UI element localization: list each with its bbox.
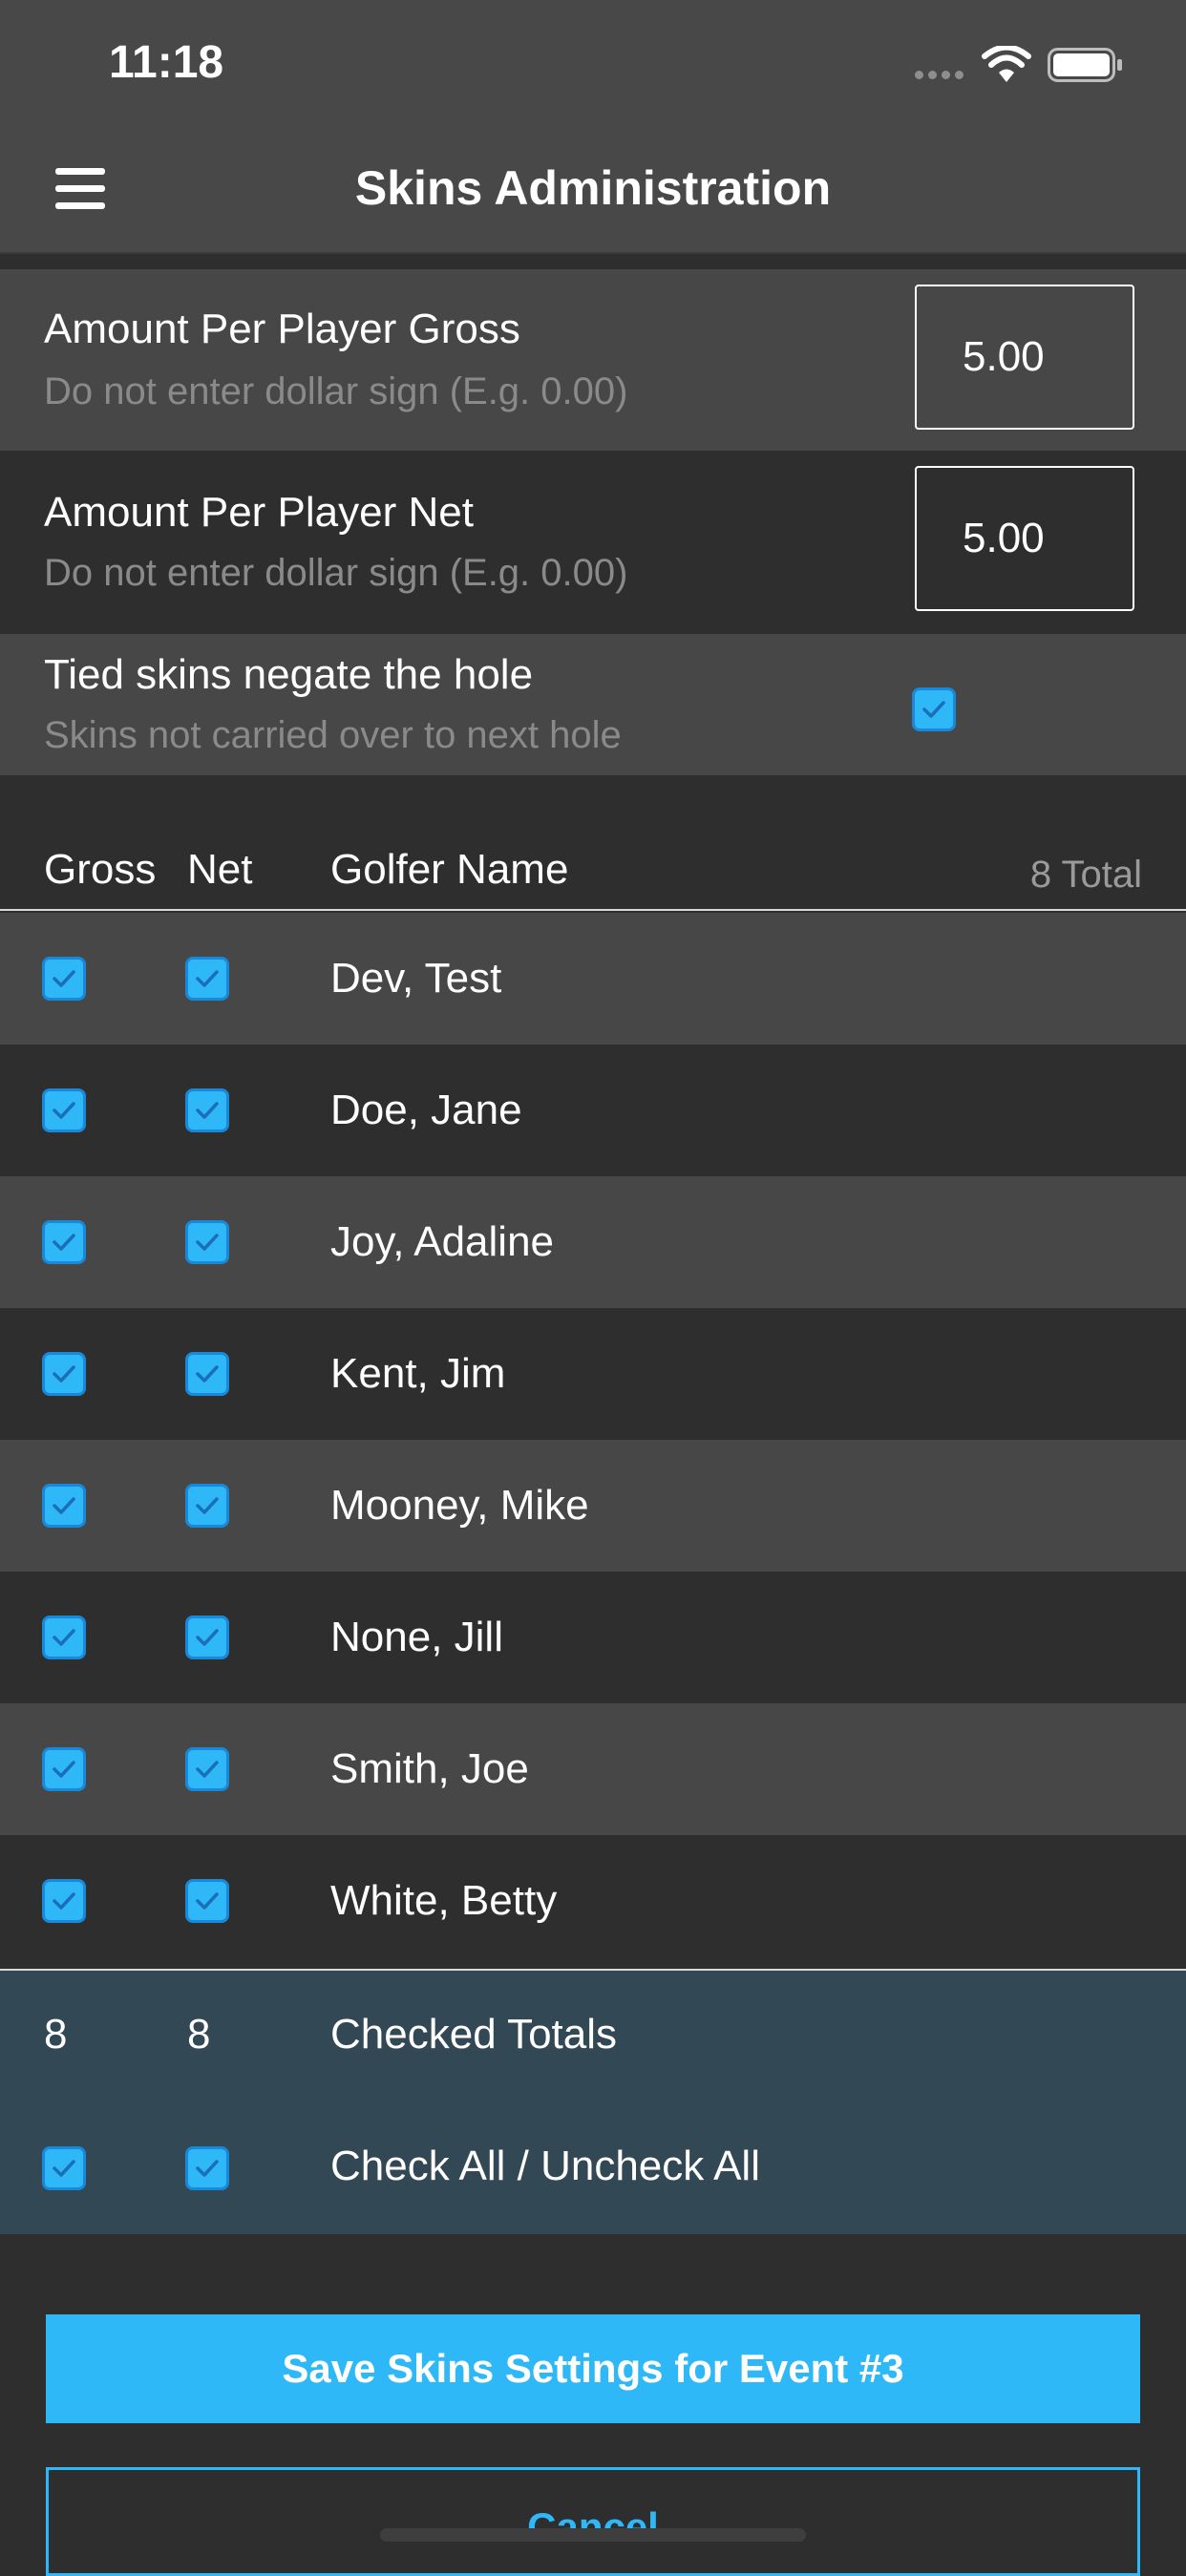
gross-checkbox[interactable] — [42, 1088, 86, 1132]
tied-skins-checkbox[interactable] — [912, 687, 956, 731]
checkmark-icon — [53, 1892, 75, 1910]
checkmark-icon — [196, 2160, 219, 2177]
golfer-row: Smith, Joe — [0, 1703, 1186, 1835]
net-checkbox[interactable] — [185, 1220, 229, 1264]
column-header-net: Net — [187, 846, 253, 893]
setting-tied-hint: Skins not carried over to next hole — [44, 714, 622, 756]
golfer-name: Kent, Jim — [330, 1350, 506, 1397]
gross-checkbox[interactable] — [42, 1747, 86, 1791]
checkmark-icon — [196, 1102, 219, 1119]
checkmark-icon — [53, 1365, 75, 1383]
setting-net-title: Amount Per Player Net — [44, 489, 474, 536]
gross-checkbox[interactable] — [42, 1879, 86, 1923]
checkmark-icon — [196, 1365, 219, 1383]
save-skins-settings-button[interactable]: Save Skins Settings for Event #3 — [46, 2314, 1140, 2423]
net-checkbox[interactable] — [185, 1088, 229, 1132]
golfer-total-count: 8 Total — [1029, 854, 1142, 896]
cellular-signal-icon — [915, 71, 964, 79]
setting-gross-row: Amount Per Player Gross Do not enter dol… — [0, 269, 1186, 451]
column-header-golfer-name: Golfer Name — [330, 846, 569, 893]
check-all-gross-checkbox[interactable] — [42, 2146, 86, 2190]
setting-tied-title: Tied skins negate the hole — [44, 651, 534, 698]
checkmark-icon — [196, 1761, 219, 1778]
checkmark-icon — [196, 1234, 219, 1251]
status-time: 11:18 — [109, 37, 224, 88]
golfer-row: None, Jill — [0, 1572, 1186, 1703]
golfer-row: Mooney, Mike — [0, 1440, 1186, 1572]
setting-gross-hint: Do not enter dollar sign (E.g. 0.00) — [44, 370, 628, 412]
totals-panel: 8 8 Checked Totals Check All / Uncheck A… — [0, 1969, 1186, 2234]
wifi-icon — [982, 46, 1031, 82]
net-checkbox[interactable] — [185, 1352, 229, 1396]
gross-checkbox[interactable] — [42, 1352, 86, 1396]
net-checkbox[interactable] — [185, 1747, 229, 1791]
golfer-row: Doe, Jane — [0, 1045, 1186, 1176]
setting-tied-row: Tied skins negate the hole Skins not car… — [0, 634, 1186, 775]
net-checked-count: 8 — [187, 2011, 211, 2058]
golfer-name: Mooney, Mike — [330, 1482, 589, 1529]
setting-net-row: Amount Per Player Net Do not enter dolla… — [0, 451, 1186, 634]
checkmark-icon — [53, 2160, 75, 2177]
gross-checkbox[interactable] — [42, 957, 86, 1001]
checkmark-icon — [196, 1629, 219, 1646]
checkmark-icon — [53, 1102, 75, 1119]
net-checkbox[interactable] — [185, 957, 229, 1001]
golfer-name: Joy, Adaline — [330, 1218, 555, 1265]
golfer-row: White, Betty — [0, 1835, 1186, 1967]
checkmark-icon — [196, 970, 219, 987]
checkmark-icon — [53, 1761, 75, 1778]
setting-net-hint: Do not enter dollar sign (E.g. 0.00) — [44, 552, 628, 594]
checkmark-icon — [196, 1892, 219, 1910]
checkmark-icon — [53, 1629, 75, 1646]
golfer-name: None, Jill — [330, 1614, 503, 1660]
checkmark-icon — [53, 970, 75, 987]
checkmark-icon — [53, 1497, 75, 1514]
golfer-name: Dev, Test — [330, 955, 502, 1002]
gross-checkbox[interactable] — [42, 1220, 86, 1264]
golfer-name: White, Betty — [330, 1877, 558, 1924]
column-header-gross: Gross — [44, 846, 157, 893]
checkmark-icon — [196, 1497, 219, 1514]
net-checkbox[interactable] — [185, 1879, 229, 1923]
check-all-label: Check All / Uncheck All — [330, 2143, 760, 2189]
net-checkbox[interactable] — [185, 1484, 229, 1528]
home-indicator — [380, 2528, 806, 2542]
golfer-row: Dev, Test — [0, 913, 1186, 1045]
net-checkbox[interactable] — [185, 1615, 229, 1659]
check-all-net-checkbox[interactable] — [185, 2146, 229, 2190]
header-divider — [0, 909, 1186, 911]
net-amount-input[interactable] — [915, 466, 1134, 611]
golfer-row: Kent, Jim — [0, 1308, 1186, 1440]
gross-amount-input[interactable] — [915, 285, 1134, 430]
cancel-button[interactable]: Cancel — [46, 2467, 1140, 2576]
golfer-name: Doe, Jane — [330, 1087, 522, 1133]
page-title: Skins Administration — [354, 161, 832, 215]
gross-checkbox[interactable] — [42, 1484, 86, 1528]
setting-gross-title: Amount Per Player Gross — [44, 306, 520, 352]
battery-icon — [1048, 48, 1122, 82]
checked-totals-label: Checked Totals — [330, 2011, 618, 2058]
nav-bar: Skins Administration — [0, 126, 1186, 254]
gross-checked-count: 8 — [44, 2011, 68, 2058]
checkmark-icon — [922, 701, 945, 718]
status-bar: 11:18 — [0, 0, 1186, 126]
gross-checkbox[interactable] — [42, 1615, 86, 1659]
checkmark-icon — [53, 1234, 75, 1251]
golfer-name: Smith, Joe — [330, 1745, 529, 1792]
golfer-row: Joy, Adaline — [0, 1176, 1186, 1308]
